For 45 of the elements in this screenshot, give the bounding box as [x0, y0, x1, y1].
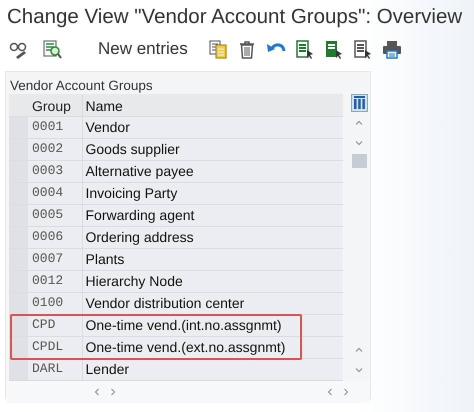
table-cell-text: 0004	[31, 184, 64, 202]
table-cell-text: 0005	[31, 206, 64, 224]
window-title: Change View "Vendor Account Groups": Overview	[6, 4, 464, 30]
table-cell-text: DARL	[31, 360, 64, 378]
scroll-left-icon[interactable]	[94, 388, 99, 396]
table-cell-text: Invoicing Party	[84, 184, 178, 202]
copy-icon[interactable]	[208, 39, 228, 59]
magnifier-icon[interactable]	[42, 39, 62, 59]
table-cell-text: Forwarding agent	[84, 206, 194, 224]
scroll-up-icon[interactable]	[355, 120, 364, 125]
table-cell-text: Plants	[84, 250, 124, 268]
panel-title: Vendor Account Groups	[10, 78, 153, 93]
table-cell-text: Vendor distribution center	[84, 294, 244, 312]
new-entries-button[interactable]: New entries	[76, 39, 208, 59]
table-cell-text: Vendor	[84, 118, 130, 136]
table-cell-text: 0007	[31, 250, 64, 268]
list-cursor-icon[interactable]	[352, 39, 373, 59]
table-cell-text: One-time vend.(int.no.assgnmt)	[84, 316, 282, 334]
table-cell-text: 0012	[31, 272, 64, 290]
print-icon[interactable]	[382, 39, 402, 59]
column-settings-icon[interactable]	[350, 94, 368, 112]
scroll-down-icon[interactable]	[355, 368, 364, 372]
table-cell-text: 0100	[31, 294, 64, 312]
scroll-thumb[interactable]	[352, 154, 367, 168]
table-cell-text: Hierarchy Node	[84, 272, 183, 290]
scroll-down-icon[interactable]	[355, 141, 364, 146]
table-cell-text: Ordering address	[84, 228, 194, 246]
table-cell-text: 0001	[31, 118, 64, 136]
table-cell-text: CPD	[31, 316, 56, 334]
column-header[interactable]: Name	[82, 96, 123, 115]
scroll-left-icon[interactable]	[327, 388, 332, 396]
scroll-right-icon[interactable]	[111, 388, 116, 396]
table-cell-text: Lender	[84, 360, 130, 378]
table-cell-text: Goods supplier	[84, 140, 180, 158]
table-cell-text: Alternative payee	[84, 162, 194, 180]
list-cursor-icon[interactable]	[324, 39, 344, 59]
scroll-right-icon[interactable]	[344, 388, 349, 396]
table-cell-text: One-time vend.(ext.no.assgnmt)	[84, 338, 286, 356]
table-cell-text: CPDL	[31, 338, 64, 356]
scroll-up-icon[interactable]	[355, 346, 364, 352]
table-cell-text: 0002	[31, 140, 64, 158]
table-cell-text: 0006	[31, 228, 64, 246]
list-cursor-icon[interactable]	[294, 39, 315, 59]
table-cell-text: 0003	[31, 162, 64, 180]
row-selector[interactable]	[9, 358, 28, 380]
